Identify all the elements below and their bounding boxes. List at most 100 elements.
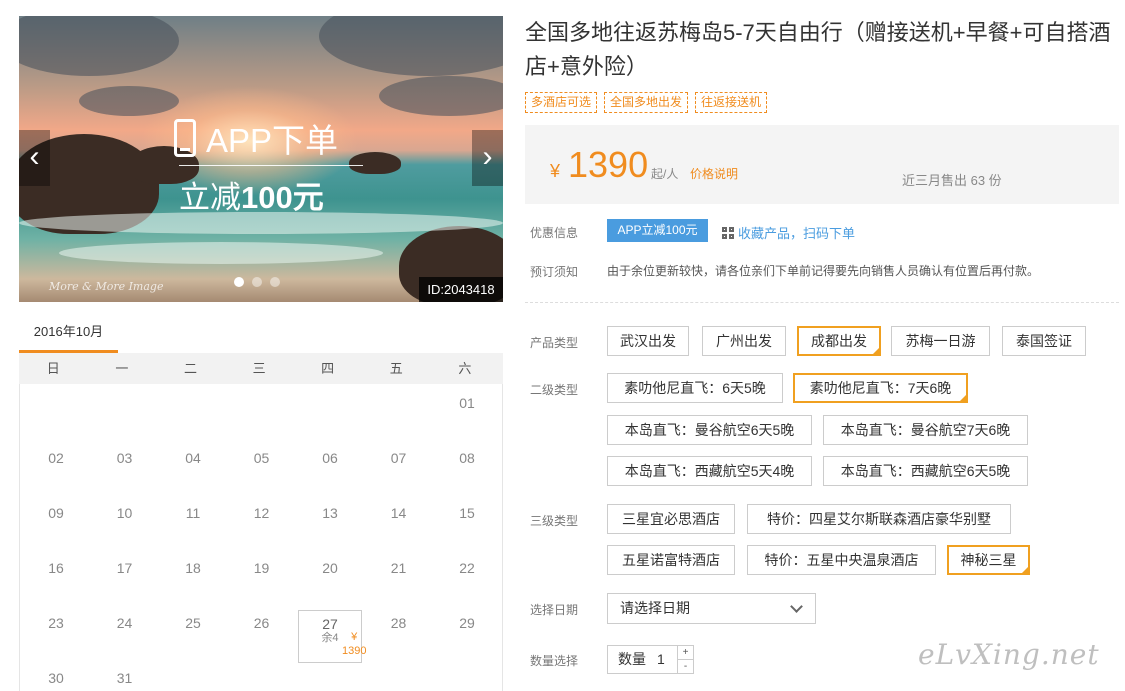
calendar-day-number: 06	[322, 450, 338, 466]
option-sub-button[interactable]: 本岛直飞：曼谷航空7天6晚	[823, 415, 1028, 445]
product-title: 全国多地往返苏梅岛5-7天自由行（赠接送机+早餐+可自搭酒店+意外险）	[525, 20, 1111, 79]
quantity-increase-button[interactable]: +	[677, 646, 693, 660]
calendar-day-number: 30	[48, 670, 64, 686]
favorite-scan-link[interactable]: 收藏产品，扫码下单	[722, 223, 855, 242]
phone-icon	[174, 119, 196, 157]
calendar-day: 05	[230, 442, 294, 494]
banner-next-button[interactable]: ›	[472, 130, 503, 186]
option-third-button[interactable]: 特价：五星中央温泉酒店	[747, 545, 936, 575]
banner-sub-amount: 100元	[241, 180, 324, 215]
feature-tag: 往返接送机	[695, 92, 768, 113]
calendar-day: 31	[93, 662, 157, 691]
calendar-day-number: 22	[459, 560, 475, 576]
option-sub-button[interactable]: 素叻他尼直飞：7天6晚	[793, 373, 968, 403]
option-type-button[interactable]: 泰国签证	[1002, 326, 1086, 356]
calendar-grid: 01 02 03 04 05 06 07 08 09 10 11 12 13 14 15 16 17 18 19 20…	[19, 384, 503, 691]
option-third-button[interactable]: 五星诺富特酒店	[607, 545, 735, 575]
option-sub-button[interactable]: 本岛直飞：曼谷航空6天5晚	[607, 415, 812, 445]
site-watermark: eLvXing.net	[918, 638, 1100, 671]
feature-tag: 多酒店可选	[525, 92, 598, 113]
calendar-day-number: 24	[116, 615, 133, 631]
option-third-button[interactable]: 三星宜必思酒店	[607, 504, 735, 534]
banner-dot[interactable]	[252, 277, 262, 287]
option-sub-button[interactable]: 本岛直飞：西藏航空6天5晚	[823, 456, 1028, 486]
calendar-day-number: 08	[459, 450, 475, 466]
calendar-day-number: 17	[116, 560, 133, 576]
quantity-decrease-button[interactable]: -	[677, 660, 693, 674]
calendar-day: 28	[367, 607, 431, 659]
banner-dot[interactable]	[234, 277, 244, 287]
price-note-link[interactable]: 价格说明	[690, 165, 738, 182]
quantity-value[interactable]: 1	[657, 646, 665, 673]
calendar-day: 24	[93, 607, 157, 659]
quantity-box-label: 数量	[618, 651, 646, 667]
date-select[interactable]: 请选择日期	[607, 593, 816, 624]
calendar-day-number: 23	[48, 615, 64, 631]
calendar-day: 20	[298, 552, 362, 604]
banner-cloud	[19, 16, 179, 76]
banner-dot[interactable]	[270, 277, 280, 287]
calendar-day-number: 19	[253, 560, 270, 576]
banner-pagination	[234, 277, 280, 287]
calendar-day: 15	[435, 497, 499, 549]
option-third-button[interactable]: 神秘三星	[947, 545, 1030, 575]
calendar-day-number: 25	[185, 615, 201, 631]
calendar-day: 25	[161, 607, 225, 659]
calendar-day: 04	[161, 442, 225, 494]
product-price: 1390	[568, 144, 649, 185]
calendar-day: 11	[161, 497, 225, 549]
calendar-day: 26	[230, 607, 294, 659]
calendar-day: 01	[435, 387, 499, 439]
option-sub-button[interactable]: 本岛直飞：西藏航空5天4晚	[607, 456, 812, 486]
calendar-day-number: 20	[322, 560, 338, 576]
weekday-label: 六	[458, 361, 472, 376]
calendar-day-number: 09	[48, 505, 64, 521]
banner-wave	[59, 242, 383, 264]
calendar-day-number: 01	[459, 395, 475, 411]
calendar-day-number: 05	[253, 450, 270, 466]
calendar-day: 18	[161, 552, 225, 604]
booking-notice: 由于余位更新较快，请各位亲们下单前记得要先向销售人员确认有位置后再付款。	[607, 264, 1040, 278]
quantity-stepper[interactable]: 数量 1 + -	[607, 645, 694, 674]
calendar-day-number: 14	[390, 505, 407, 521]
banner-sub-prefix: 立减	[179, 180, 241, 215]
calendar-day-number: 16	[48, 560, 64, 576]
calendar-day: 21	[367, 552, 431, 604]
calendar-day-price: ¥ 1390	[342, 631, 367, 657]
qr-code-icon	[722, 226, 734, 239]
calendar-day-number: 21	[390, 560, 407, 576]
banner-cloud	[319, 16, 503, 76]
option-sub-button[interactable]: 素叻他尼直飞：6天5晚	[607, 373, 783, 403]
product-banner[interactable]: APP下单 立减100元 ‹ › More & More Image ID:20…	[19, 16, 503, 302]
option-type-button[interactable]: 苏梅一日游	[891, 326, 990, 356]
product-tags: 多酒店可选 全国多地出发 往返接送机	[525, 92, 768, 113]
banner-cloud	[79, 86, 179, 116]
calendar-day: 29	[435, 607, 499, 659]
calendar-day-number: 31	[116, 670, 133, 686]
calendar-day: 14	[367, 497, 431, 549]
calendar-day-number: 04	[185, 450, 201, 466]
option-type-button[interactable]: 武汉出发	[607, 326, 689, 356]
option-type-button[interactable]: 广州出发	[702, 326, 786, 356]
calendar-day-number: 13	[322, 505, 338, 521]
chevron-right-icon: ›	[482, 140, 493, 173]
currency-symbol: ¥	[550, 161, 561, 181]
calendar-month-tab[interactable]: 2016年10月	[19, 318, 118, 354]
calendar-day-number: 07	[390, 450, 407, 466]
feature-tag: 全国多地出发	[604, 92, 689, 113]
weekday-label: 四	[321, 361, 335, 376]
banner-prev-button[interactable]: ‹	[19, 130, 50, 186]
option-type-button[interactable]: 成都出发	[797, 326, 881, 356]
promo-badge: APP立减100元	[607, 219, 708, 242]
price-unit: 起/人	[651, 167, 679, 181]
weekday-label: 五	[389, 361, 403, 376]
promo-label: 优惠信息	[530, 226, 579, 240]
calendar-day: 10	[93, 497, 157, 549]
calendar-day-number: 15	[459, 505, 475, 521]
calendar-day-number: 11	[185, 505, 201, 521]
calendar-day-available[interactable]: 27 ¥ 1390 余4	[298, 610, 366, 663]
section-divider	[525, 302, 1119, 303]
favorite-scan-text: 收藏产品，扫码下单	[738, 226, 856, 241]
calendar-day: 30	[24, 662, 88, 691]
option-third-button[interactable]: 特价：四星艾尔斯联森酒店豪华别墅	[747, 504, 1011, 534]
